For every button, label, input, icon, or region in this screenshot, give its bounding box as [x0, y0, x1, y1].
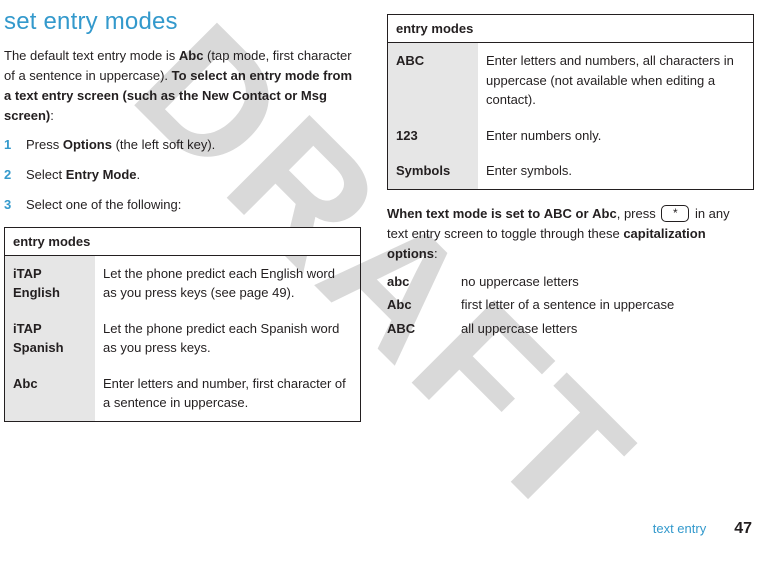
intro-text: The default text entry mode is — [4, 48, 179, 63]
mode-desc: Enter letters and number, first characte… — [95, 366, 361, 422]
capitalization-list: abc no uppercase letters Abc first lette… — [387, 272, 754, 339]
para-text: When text mode is set to — [387, 206, 544, 221]
cap-mode: ABC — [387, 319, 461, 339]
mode-name: 123 — [396, 128, 418, 143]
entry-modes-table-right: entry modes ABC Enter letters and number… — [387, 14, 754, 190]
table-header: entry modes — [5, 227, 361, 255]
step-item: 2 Select Entry Mode. — [4, 165, 361, 185]
intro-mode: Abc — [179, 48, 204, 63]
mode-desc: Enter letters and numbers, all character… — [478, 43, 754, 118]
table-row: iTAP Spanish Let the phone predict each … — [5, 311, 361, 366]
mode-desc: Enter numbers only. — [478, 118, 754, 154]
step-number: 3 — [4, 195, 11, 215]
cap-desc: no uppercase letters — [461, 272, 579, 292]
cap-mode: abc — [387, 272, 461, 292]
mode-desc: Let the phone predict each Spanish word … — [95, 311, 361, 366]
mode-name: iTAP Spanish — [13, 321, 64, 356]
step-key: Entry Mode — [66, 167, 137, 182]
table-row: Symbols Enter symbols. — [388, 153, 754, 189]
cap-row: abc no uppercase letters — [387, 272, 754, 292]
entry-modes-table-left: entry modes iTAP English Let the phone p… — [4, 227, 361, 422]
cap-mode: Abc — [387, 295, 461, 315]
intro-text: : — [50, 108, 54, 123]
intro-paragraph: The default text entry mode is Abc (tap … — [4, 46, 361, 127]
para-text: or — [572, 206, 592, 221]
step-item: 1 Press Options (the left soft key). — [4, 135, 361, 155]
mode-name: ABC — [396, 53, 424, 68]
footer-page-number: 47 — [734, 520, 752, 537]
step-text: Select — [26, 167, 66, 182]
page-footer: text entry 47 — [653, 520, 752, 538]
table-row: iTAP English Let the phone predict each … — [5, 255, 361, 311]
para-text: , press — [617, 206, 660, 221]
step-number: 1 — [4, 135, 11, 155]
step-key: Options — [63, 137, 112, 152]
step-text: Press — [26, 137, 63, 152]
footer-section: text entry — [653, 521, 706, 536]
capitalization-paragraph: When text mode is set to ABC or Abc, pre… — [387, 204, 754, 264]
step-text: . — [137, 167, 141, 182]
mode-name: iTAP English — [13, 266, 60, 301]
step-text: (the left soft key). — [112, 137, 215, 152]
mode-desc: Enter symbols. — [478, 153, 754, 189]
mode-name: Abc — [13, 376, 38, 391]
cap-desc: all uppercase letters — [461, 319, 577, 339]
para-text: : — [434, 246, 438, 261]
cap-desc: first letter of a sentence in uppercase — [461, 295, 674, 315]
cap-row: ABC all uppercase letters — [387, 319, 754, 339]
mode-name: Symbols — [396, 163, 450, 178]
para-mode: Abc — [592, 206, 617, 221]
star-key-icon: * — [661, 205, 689, 222]
table-row: ABC Enter letters and numbers, all chara… — [388, 43, 754, 118]
para-mode: ABC — [544, 206, 572, 221]
cap-row: Abc first letter of a sentence in upperc… — [387, 295, 754, 315]
page-heading: set entry modes — [4, 8, 361, 36]
step-number: 2 — [4, 165, 11, 185]
table-row: Abc Enter letters and number, first char… — [5, 366, 361, 422]
steps-list: 1 Press Options (the left soft key). 2 S… — [4, 135, 361, 215]
step-text: Select one of the following: — [26, 197, 181, 212]
table-row: 123 Enter numbers only. — [388, 118, 754, 154]
table-header: entry modes — [388, 15, 754, 43]
step-item: 3 Select one of the following: — [4, 195, 361, 215]
mode-desc: Let the phone predict each English word … — [95, 255, 361, 311]
